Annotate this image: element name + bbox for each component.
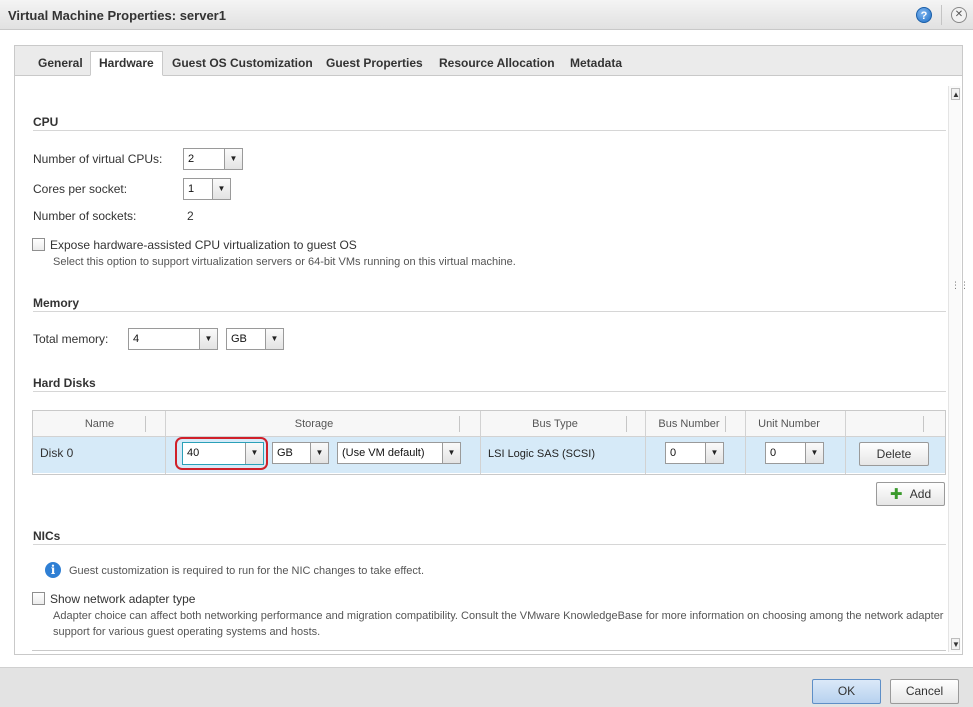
section-divider: [33, 311, 946, 312]
disk-name: Disk 0: [40, 446, 74, 460]
column-resize-handle[interactable]: [145, 416, 146, 432]
chevron-down-icon[interactable]: ▼: [442, 443, 460, 463]
nics-section-title: NICs: [33, 529, 61, 543]
bus-number-select[interactable]: 0 ▼: [665, 442, 724, 464]
hard-disks-section-title: Hard Disks: [33, 376, 96, 390]
chevron-down-icon[interactable]: ▼: [805, 443, 823, 463]
hard-disks-table: Name Storage Bus Type Bus Number Unit Nu…: [32, 410, 946, 475]
memory-section-title: Memory: [33, 296, 80, 310]
memory-unit-select[interactable]: GB ▼: [226, 328, 284, 350]
properties-panel: General Hardware Guest OS Customization …: [14, 45, 969, 655]
memory-unit-value: GB: [231, 333, 247, 345]
storage-policy-select[interactable]: (Use VM default) ▼: [337, 442, 461, 464]
title-separator: [941, 5, 942, 25]
cores-label: Cores per socket:: [33, 182, 128, 196]
column-header-bus-number: Bus Number: [658, 418, 720, 430]
vcpus-label: Number of virtual CPUs:: [33, 152, 163, 166]
add-disk-label: Add: [909, 487, 932, 501]
vcpus-value: 2: [188, 153, 195, 165]
close-icon[interactable]: ✕: [951, 7, 967, 23]
disk-size-unit-value: GB: [277, 447, 293, 459]
scroll-up-icon[interactable]: ▲: [951, 88, 960, 100]
info-icon: i: [45, 562, 61, 578]
column-resize-handle[interactable]: [725, 416, 726, 432]
chevron-down-icon[interactable]: ▼: [199, 329, 217, 349]
cpu-section-title: CPU: [33, 115, 59, 129]
section-divider: [33, 130, 946, 131]
unit-number-value: 0: [770, 447, 777, 459]
disk-size-unit-select[interactable]: GB ▼: [272, 442, 329, 464]
nic-info-text: Guest customization is required to run f…: [69, 565, 425, 577]
table-header: Name Storage Bus Type Bus Number Unit Nu…: [33, 411, 945, 437]
expose-cpu-virtualization-checkbox[interactable]: [32, 238, 45, 251]
column-resize-handle[interactable]: [626, 416, 627, 432]
column-header-name: Name: [84, 418, 115, 430]
section-divider: [33, 544, 946, 545]
tab-guest-properties[interactable]: Guest Properties: [318, 52, 431, 76]
tab-hardware[interactable]: Hardware: [90, 51, 163, 76]
chevron-down-icon[interactable]: ▼: [265, 329, 283, 349]
tab-metadata[interactable]: Metadata: [562, 52, 630, 76]
column-divider: [645, 411, 646, 474]
column-divider: [745, 411, 746, 474]
tab-general[interactable]: General: [30, 52, 91, 76]
disk-size-value: 40: [187, 447, 200, 459]
column-divider: [480, 411, 481, 474]
column-resize-handle[interactable]: [459, 416, 460, 432]
cancel-button[interactable]: Cancel: [890, 679, 959, 704]
expose-cpu-virtualization-label[interactable]: Expose hardware-assisted CPU virtualizat…: [50, 238, 357, 252]
tab-resource-allocation[interactable]: Resource Allocation: [431, 52, 563, 76]
add-disk-button[interactable]: ✚ Add: [876, 482, 945, 506]
show-adapter-type-label[interactable]: Show network adapter type: [50, 592, 195, 606]
sockets-label: Number of sockets:: [33, 209, 137, 223]
chevron-down-icon[interactable]: ▼: [224, 149, 242, 169]
adapter-hint-line2: support for various guest operating syst…: [53, 626, 321, 638]
ok-button[interactable]: OK: [812, 679, 881, 704]
chevron-down-icon[interactable]: ▼: [245, 443, 263, 464]
title-bar: Virtual Machine Properties: server1 ? ✕: [0, 0, 973, 30]
vcpus-select[interactable]: 2 ▼: [183, 148, 243, 170]
total-memory-label: Total memory:: [33, 332, 109, 346]
chevron-down-icon[interactable]: ▼: [212, 179, 230, 199]
bus-type-value: LSI Logic SAS (SCSI): [488, 448, 595, 460]
table-row[interactable]: Disk 0 40 ▼ GB ▼ (Use VM default) ▼ LSI …: [33, 437, 945, 473]
vertical-scrollbar[interactable]: ▲ ⋮⋮ ▼: [948, 86, 969, 652]
tab-guest-os-customization[interactable]: Guest OS Customization: [164, 52, 321, 76]
total-memory-value: 4: [133, 333, 140, 345]
column-header-unit-number: Unit Number: [758, 418, 820, 430]
bus-number-value: 0: [670, 447, 677, 459]
column-divider: [165, 411, 166, 474]
nic-table-header: [32, 650, 946, 654]
scroll-grip-icon[interactable]: ⋮⋮: [951, 281, 969, 293]
chevron-down-icon[interactable]: ▼: [705, 443, 723, 463]
column-resize-handle[interactable]: [923, 416, 924, 432]
unit-number-select[interactable]: 0 ▼: [765, 442, 824, 464]
section-divider: [33, 391, 946, 392]
column-divider: [845, 411, 846, 474]
total-memory-input[interactable]: 4 ▼: [128, 328, 218, 350]
storage-policy-value: (Use VM default): [342, 447, 425, 459]
tab-strip: General Hardware Guest OS Customization …: [15, 46, 962, 76]
cores-value: 1: [188, 183, 195, 195]
plus-icon: ✚: [889, 486, 903, 503]
sockets-value: 2: [187, 209, 194, 223]
disk-size-input[interactable]: 40 ▼: [182, 442, 264, 465]
column-header-bus-type: Bus Type: [532, 418, 578, 430]
show-adapter-type-checkbox[interactable]: [32, 592, 45, 605]
delete-disk-button[interactable]: Delete: [859, 442, 929, 466]
help-icon[interactable]: ?: [916, 7, 932, 23]
cores-select[interactable]: 1 ▼: [183, 178, 231, 200]
chevron-down-icon[interactable]: ▼: [310, 443, 328, 463]
adapter-hint-line1: Adapter choice can affect both networkin…: [53, 610, 944, 622]
dialog-footer: OK Cancel: [0, 667, 973, 707]
scroll-down-icon[interactable]: ▼: [951, 638, 960, 650]
expose-cpu-virtualization-hint: Select this option to support virtualiza…: [53, 256, 516, 268]
column-header-storage: Storage: [294, 418, 334, 430]
window-title: Virtual Machine Properties: server1: [8, 8, 226, 23]
